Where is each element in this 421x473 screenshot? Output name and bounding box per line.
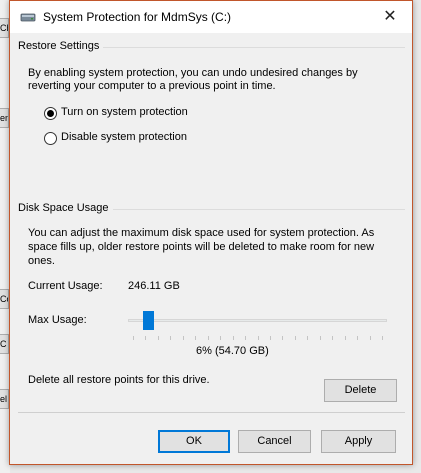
max-usage-label: Max Usage: — [28, 314, 87, 326]
disable-protection-label[interactable]: Disable system protection — [61, 131, 187, 143]
slider-tick — [220, 336, 222, 340]
footer-divider — [18, 412, 405, 413]
system-protection-dialog: System Protection for MdmSys (C:) ✕ Rest… — [9, 0, 413, 465]
delete-button[interactable]: Delete — [324, 379, 397, 402]
slider-tick — [257, 336, 259, 340]
current-usage-label: Current Usage: — [28, 280, 103, 292]
slider-tick — [145, 336, 147, 340]
disk-space-header: Disk Space Usage — [18, 202, 113, 214]
background-tab-5: el — [0, 389, 9, 409]
slider-tick — [269, 336, 271, 340]
slider-tick — [369, 336, 371, 340]
slider-tick — [207, 336, 209, 340]
slider-tick — [157, 336, 159, 340]
apply-button[interactable]: Apply — [321, 430, 396, 453]
slider-tick — [182, 336, 184, 340]
disk-description-line3: ones. — [28, 255, 55, 267]
slider-tick — [245, 336, 247, 340]
slider-tick — [319, 336, 321, 340]
close-button[interactable]: ✕ — [368, 1, 412, 33]
max-usage-slider-track[interactable] — [128, 319, 387, 322]
radio-selected-dot — [47, 110, 54, 117]
background-tab-4: C — [0, 334, 9, 354]
disk-description-line2: space fills up, older restore points wil… — [28, 241, 375, 253]
window-title: System Protection for MdmSys (C:) — [43, 10, 232, 24]
dialog-content: Restore Settings By enabling system prot… — [10, 33, 412, 464]
radio-disable-protection[interactable] — [44, 132, 57, 145]
slider-tick — [294, 336, 296, 340]
disk-description-line1: You can adjust the maximum disk space us… — [28, 227, 375, 239]
radio-turn-on-protection[interactable] — [44, 107, 57, 120]
current-usage-value: 246.11 GB — [128, 280, 180, 292]
slider-tick — [332, 336, 334, 340]
drive-icon — [20, 9, 36, 25]
max-usage-readout: 6% (54.70 GB) — [196, 345, 269, 357]
delete-restore-points-text: Delete all restore points for this drive… — [28, 374, 210, 386]
slider-tick — [307, 336, 309, 340]
ok-button[interactable]: OK — [158, 430, 230, 453]
restore-settings-header: Restore Settings — [18, 40, 104, 52]
background-tab-2: em — [0, 108, 9, 128]
slider-tick — [232, 336, 234, 340]
restore-description-line2: reverting your computer to a previous po… — [28, 80, 276, 92]
turn-on-protection-label[interactable]: Turn on system protection — [61, 106, 188, 118]
slider-tick — [195, 336, 197, 340]
slider-tick — [344, 336, 346, 340]
max-usage-slider-thumb[interactable] — [142, 311, 154, 330]
title-bar: System Protection for MdmSys (C:) ✕ — [10, 1, 412, 33]
background-tab-3: Co — [0, 289, 9, 309]
slider-tick — [282, 336, 284, 340]
slider-tick — [133, 336, 134, 340]
slider-tick — [170, 336, 172, 340]
slider-tick — [357, 336, 359, 340]
cancel-button[interactable]: Cancel — [238, 430, 311, 453]
background-tab-1: Ch — [0, 18, 9, 38]
slider-tick — [382, 336, 383, 340]
